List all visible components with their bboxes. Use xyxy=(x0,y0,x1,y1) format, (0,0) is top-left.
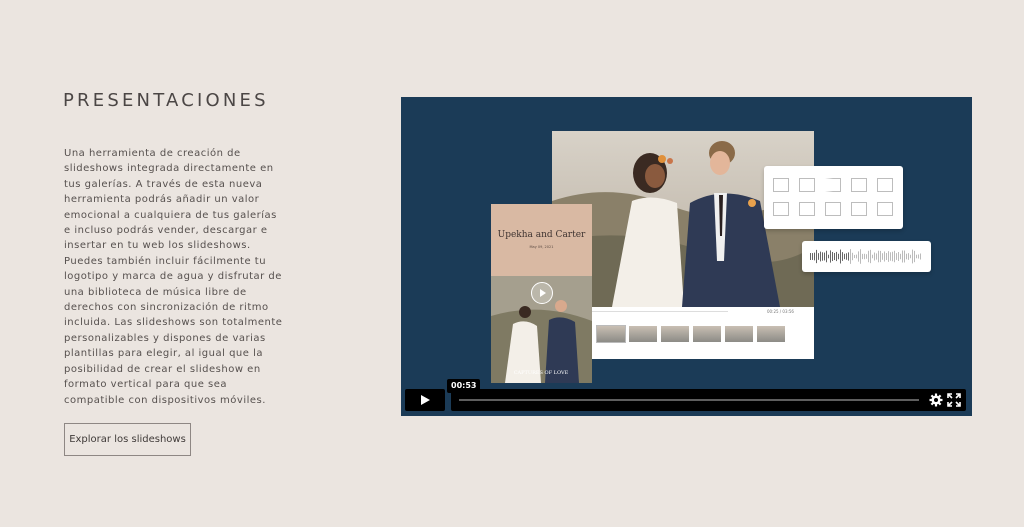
music-track-panel[interactable] xyxy=(802,241,931,272)
thumbnail[interactable] xyxy=(661,326,689,342)
section-title: PRESENTACIONES xyxy=(63,90,269,111)
story-title: Upekha and Carter xyxy=(497,230,586,240)
thumbnail[interactable] xyxy=(629,326,657,342)
explore-slideshows-button[interactable]: Explorar los slideshows xyxy=(64,423,191,456)
layout-template-icon[interactable] xyxy=(773,202,789,216)
section-description: Una herramienta de creación de slideshow… xyxy=(64,148,283,406)
layout-template-icon[interactable] xyxy=(799,178,815,192)
thumbnail[interactable] xyxy=(725,326,753,342)
vertical-slideshow-card: Upekha and Carter May 09, 2021 CAPTURES … xyxy=(491,204,592,383)
story-caption: CAPTURES OF LOVE xyxy=(514,370,569,376)
thumbnail[interactable] xyxy=(757,326,785,342)
layout-template-icon[interactable] xyxy=(799,202,815,216)
layout-template-icon[interactable] xyxy=(825,178,841,192)
layout-template-icon[interactable] xyxy=(877,202,893,216)
gear-icon[interactable] xyxy=(929,393,943,407)
thumbnail[interactable] xyxy=(596,325,626,343)
video-timeline[interactable] xyxy=(451,389,966,411)
layout-template-icon[interactable] xyxy=(851,178,867,192)
thumbnail[interactable] xyxy=(693,326,721,342)
layout-templates-panel xyxy=(764,166,903,229)
layout-template-icon[interactable] xyxy=(877,178,893,192)
waveform-icon xyxy=(810,249,921,264)
thumbnail-strip xyxy=(596,325,785,343)
layout-template-icon[interactable] xyxy=(825,202,841,216)
story-header xyxy=(491,204,592,276)
layout-template-icon[interactable] xyxy=(773,178,789,192)
mini-player-time: 00:25 / 03:56 xyxy=(767,309,794,314)
fullscreen-icon[interactable] xyxy=(947,393,961,407)
player-controls xyxy=(405,389,966,411)
play-button[interactable] xyxy=(405,389,445,411)
story-date: May 09, 2021 xyxy=(529,245,554,249)
story-play-icon[interactable] xyxy=(531,282,553,304)
layout-template-icon[interactable] xyxy=(851,202,867,216)
video-player[interactable]: 00:25 / 03:56 Upekha and Carter May 09, … xyxy=(401,97,972,416)
play-icon xyxy=(421,395,430,405)
progress-track[interactable] xyxy=(459,399,919,401)
